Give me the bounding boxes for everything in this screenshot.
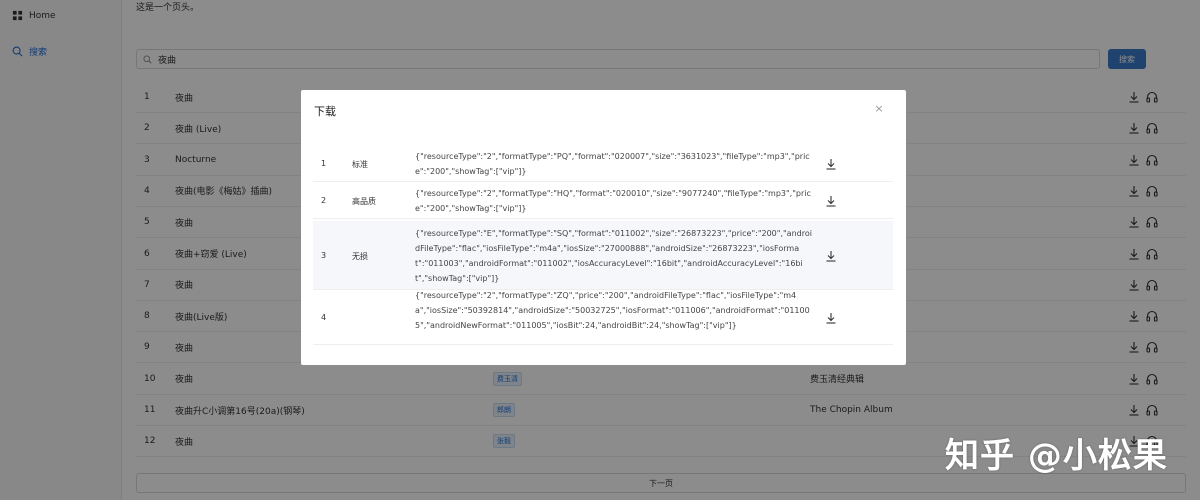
- quality-row: 4 {"resourceType":"2","formatType":"ZQ","…: [313, 291, 893, 345]
- quality-row: 1 标准 {"resourceType":"2","formatType":"PQ"…: [313, 145, 893, 182]
- quality-json: {"resourceType":"2","formatType":"ZQ","p…: [415, 291, 810, 330]
- quality-index: 1: [321, 158, 327, 168]
- download-icon[interactable]: [825, 158, 837, 170]
- quality-json: {"resourceType":"2","formatType":"PQ","f…: [415, 151, 810, 176]
- download-icon[interactable]: [825, 312, 837, 324]
- modal-title: 下载: [314, 105, 336, 118]
- quality-index: 4: [321, 313, 327, 322]
- quality-json: {"resourceType":"2","formatType":"HQ","f…: [415, 188, 811, 213]
- quality-name: 高品质: [352, 196, 376, 206]
- quality-index: 2: [321, 195, 327, 205]
- quality-name: 标准: [352, 159, 368, 169]
- download-icon[interactable]: [825, 250, 837, 262]
- quality-row: 3 无损 {"resourceType":"E","formatType":"SQ"…: [313, 221, 893, 290]
- download-modal: 下载 × 1 标准 {"resourceType":"2","formatType"…: [301, 90, 906, 365]
- close-icon[interactable]: ×: [873, 103, 885, 115]
- quality-index: 3: [321, 250, 327, 260]
- quality-json: {"resourceType":"E","formatType":"SQ","f…: [415, 228, 812, 283]
- watermark: 知乎 @小松果: [945, 436, 1168, 476]
- quality-name: 无损: [352, 251, 368, 261]
- download-icon[interactable]: [825, 195, 837, 207]
- quality-row: 2 高品质 {"resourceType":"2","formatType":"HQ…: [313, 182, 893, 219]
